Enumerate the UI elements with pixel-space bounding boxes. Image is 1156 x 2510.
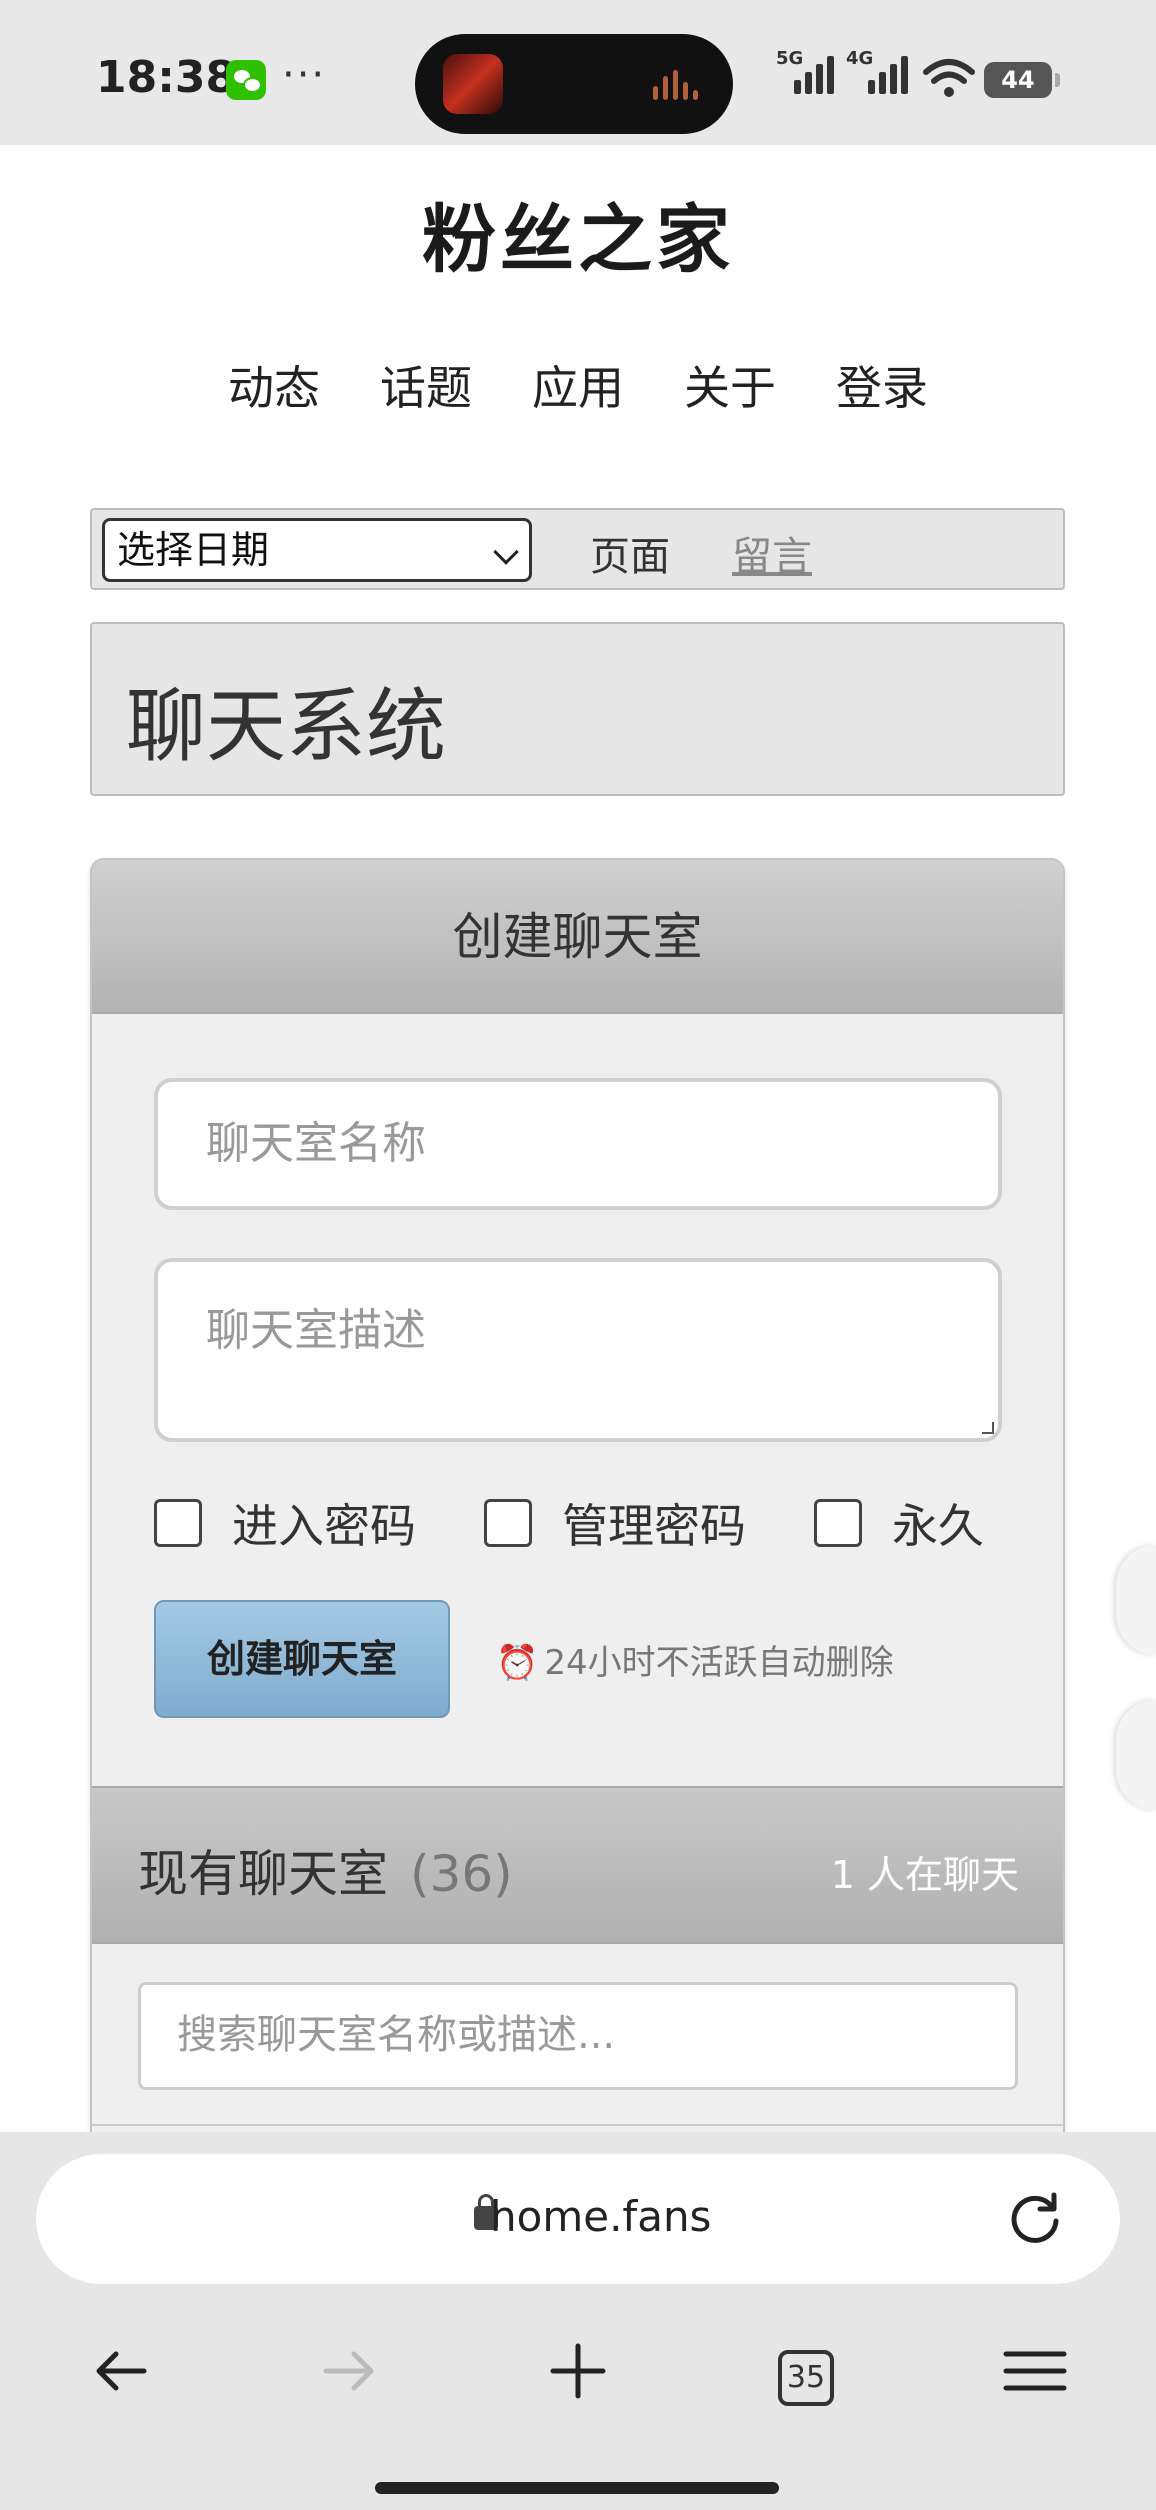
auto-delete-hint: ⏰ 24小时不活跃自动删除 [496, 1635, 894, 1684]
status-time: 18:38 [96, 52, 237, 103]
room-list-title-text: 现有聊天室 [138, 1845, 388, 1903]
home-indicator[interactable] [375, 2482, 779, 2494]
nav-item-feed[interactable]: 动态 [228, 352, 320, 418]
dynamic-island[interactable] [415, 34, 733, 134]
nav-item-login[interactable]: 登录 [836, 352, 928, 418]
reload-icon[interactable] [1006, 2189, 1064, 2247]
hamburger-menu-icon [1003, 2351, 1067, 2391]
room-search-input[interactable]: 搜索聊天室名称或描述... [138, 1982, 1018, 2090]
arrow-right-icon [323, 2351, 374, 2391]
date-select[interactable]: 选择日期 [102, 518, 532, 582]
message-link[interactable]: 留言 [732, 524, 812, 582]
back-button[interactable] [86, 2336, 156, 2406]
wechat-icon [226, 60, 266, 100]
chevron-down-icon [493, 539, 519, 565]
page-link[interactable]: 页面 [590, 524, 670, 582]
room-count: (36) [410, 1845, 513, 1903]
more-notifications-icon: ··· [282, 52, 327, 98]
room-description-textarea[interactable]: 聊天室描述 [154, 1258, 1002, 1442]
permanent-label: 永久 [892, 1499, 984, 1553]
create-room-button[interactable]: 创建聊天室 [154, 1600, 450, 1718]
status-bar: 18:38 ··· 5G 4G 44 [0, 0, 1156, 145]
alarm-clock-icon: ⏰ [496, 1643, 539, 1683]
page-heading-box: 聊天系统 [90, 622, 1065, 796]
cellular-signal-5g-icon: 5G [776, 48, 838, 98]
tabs-button[interactable]: 35 [778, 2350, 834, 2406]
nav-item-about[interactable]: 关于 [684, 352, 776, 418]
site-title[interactable]: 粉丝之家 [0, 180, 1156, 287]
option-entry-password[interactable]: 进入密码 [154, 1490, 416, 1556]
plus-icon [550, 2343, 606, 2399]
new-tab-button[interactable] [543, 2336, 613, 2406]
permanent-checkbox[interactable] [814, 1499, 862, 1547]
nav-item-apps[interactable]: 应用 [532, 352, 624, 418]
divider [92, 2124, 1063, 2126]
floating-side-button-2[interactable] [1116, 1700, 1156, 1810]
floating-side-button-1[interactable] [1116, 1545, 1156, 1655]
browser-toolbar: home.fans 35 [0, 2132, 1156, 2510]
nav-item-topics[interactable]: 话题 [380, 352, 472, 418]
chat-panel: 创建聊天室 聊天室名称 聊天室描述 进入密码 管理密码 永久 创建聊天室 ⏰ 24… [90, 858, 1065, 2158]
option-admin-password[interactable]: 管理密码 [484, 1490, 746, 1556]
now-playing-app-icon [443, 54, 503, 114]
menu-button[interactable] [1000, 2336, 1070, 2406]
admin-password-checkbox[interactable] [484, 1499, 532, 1547]
address-bar[interactable]: home.fans [36, 2154, 1120, 2284]
arrow-left-icon [96, 2351, 147, 2391]
create-room-title: 创建聊天室 [92, 860, 1063, 1014]
online-count: 1 人在聊天 [830, 1853, 1019, 1897]
room-name-input[interactable]: 聊天室名称 [154, 1078, 1002, 1210]
battery-indicator: 44 [984, 62, 1060, 98]
admin-password-label: 管理密码 [562, 1499, 746, 1553]
auto-delete-hint-text: 24小时不活跃自动删除 [544, 1643, 894, 1683]
page-title: 聊天系统 [126, 680, 446, 773]
entry-password-checkbox[interactable] [154, 1499, 202, 1547]
wifi-icon [923, 59, 975, 97]
entry-password-label: 进入密码 [232, 1499, 416, 1553]
main-nav: 动态 话题 应用 关于 登录 [0, 352, 1156, 418]
audio-wave-icon [653, 70, 703, 100]
date-select-value: 选择日期 [117, 528, 270, 572]
forward-button[interactable] [314, 2336, 384, 2406]
date-toolbar: 选择日期 页面 留言 [90, 508, 1065, 590]
cellular-signal-4g-icon: 4G [846, 48, 912, 98]
url-text: home.fans [490, 2192, 712, 2241]
option-permanent[interactable]: 永久 [814, 1490, 984, 1556]
room-list-header: 现有聊天室 (36) 1 人在聊天 [92, 1786, 1063, 1944]
room-list-title: 现有聊天室 (36) [138, 1834, 513, 1906]
room-options: 进入密码 管理密码 永久 [154, 1490, 1014, 1553]
